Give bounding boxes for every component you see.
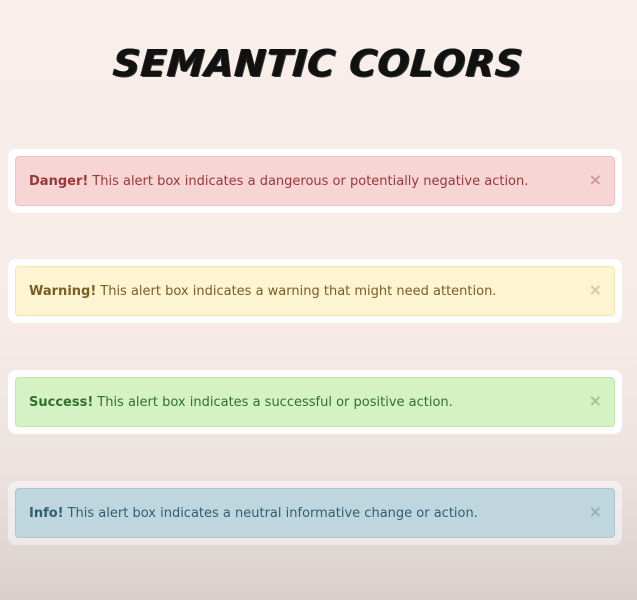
- alert-info-label: Info!: [29, 505, 64, 521]
- alert-danger-message: This alert box indicates a dangerous or …: [92, 173, 529, 189]
- alert-warning-label: Warning!: [29, 283, 97, 299]
- alert-success-card: Success! This alert box indicates a succ…: [8, 370, 622, 434]
- close-icon[interactable]: ×: [589, 170, 602, 189]
- alert-success-message: This alert box indicates a successful or…: [97, 394, 453, 410]
- alert-success-label: Success!: [29, 394, 94, 410]
- alert-info-message: This alert box indicates a neutral infor…: [67, 505, 478, 521]
- alert-info-card: Info! This alert box indicates a neutral…: [8, 481, 622, 545]
- alert-info: Info! This alert box indicates a neutral…: [15, 488, 615, 538]
- alert-success: Success! This alert box indicates a succ…: [15, 377, 615, 427]
- alert-danger-card: Danger! This alert box indicates a dange…: [8, 149, 622, 213]
- close-icon[interactable]: ×: [589, 502, 602, 521]
- alert-warning-card: Warning! This alert box indicates a warn…: [8, 259, 622, 323]
- alert-danger-label: Danger!: [29, 173, 89, 189]
- alert-danger: Danger! This alert box indicates a dange…: [15, 156, 615, 206]
- close-icon[interactable]: ×: [589, 280, 602, 299]
- alert-warning: Warning! This alert box indicates a warn…: [15, 266, 615, 316]
- close-icon[interactable]: ×: [589, 391, 602, 410]
- page-title: SEMANTIC COLORS: [112, 42, 525, 85]
- alert-warning-message: This alert box indicates a warning that …: [100, 283, 497, 299]
